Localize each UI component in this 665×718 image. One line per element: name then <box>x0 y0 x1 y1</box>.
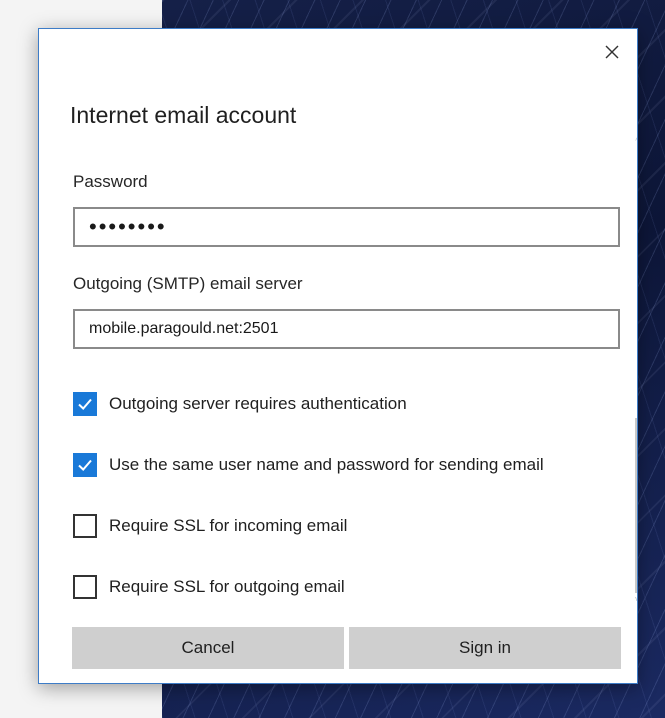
close-icon <box>605 45 619 59</box>
checkbox-label: Outgoing server requires authentication <box>109 394 407 413</box>
smtp-server-label: Outgoing (SMTP) email server <box>73 274 303 293</box>
scroll-thumb[interactable] <box>635 418 637 593</box>
checkbox-box[interactable] <box>73 514 97 538</box>
checkbox-box[interactable] <box>73 453 97 477</box>
dialog-title: Internet email account <box>70 102 297 128</box>
scroll-down-arrow-icon[interactable]: v <box>635 596 637 604</box>
checkbox-outgoing-auth[interactable]: Outgoing server requires authentication <box>73 390 407 418</box>
close-button[interactable] <box>599 39 625 65</box>
checkmark-icon <box>78 398 92 410</box>
checkbox-ssl-incoming[interactable]: Require SSL for incoming email <box>73 512 347 540</box>
checkbox-label: Use the same user name and password for … <box>109 455 544 474</box>
checkmark-icon <box>78 459 92 471</box>
smtp-server-field[interactable]: mobile.paragould.net:2501 <box>73 309 620 349</box>
cancel-button[interactable]: Cancel <box>72 627 344 669</box>
password-value: •••••••• <box>89 214 167 239</box>
smtp-server-value: mobile.paragould.net:2501 <box>89 320 279 337</box>
checkbox-same-credentials[interactable]: Use the same user name and password for … <box>73 451 544 479</box>
scrollbar[interactable]: ^ v <box>635 130 637 607</box>
checkbox-label: Require SSL for incoming email <box>109 516 348 535</box>
checkbox-box[interactable] <box>73 392 97 416</box>
sign-in-button[interactable]: Sign in <box>349 627 621 669</box>
checkbox-box[interactable] <box>73 575 97 599</box>
password-label: Password <box>73 172 148 191</box>
scroll-up-arrow-icon[interactable]: ^ <box>635 138 637 146</box>
checkbox-label: Require SSL for outgoing email <box>109 577 345 596</box>
email-account-dialog: Internet email account ^ v Password ••••… <box>38 28 638 684</box>
password-field[interactable]: •••••••• <box>73 207 620 247</box>
checkbox-ssl-outgoing[interactable]: Require SSL for outgoing email <box>73 573 345 601</box>
